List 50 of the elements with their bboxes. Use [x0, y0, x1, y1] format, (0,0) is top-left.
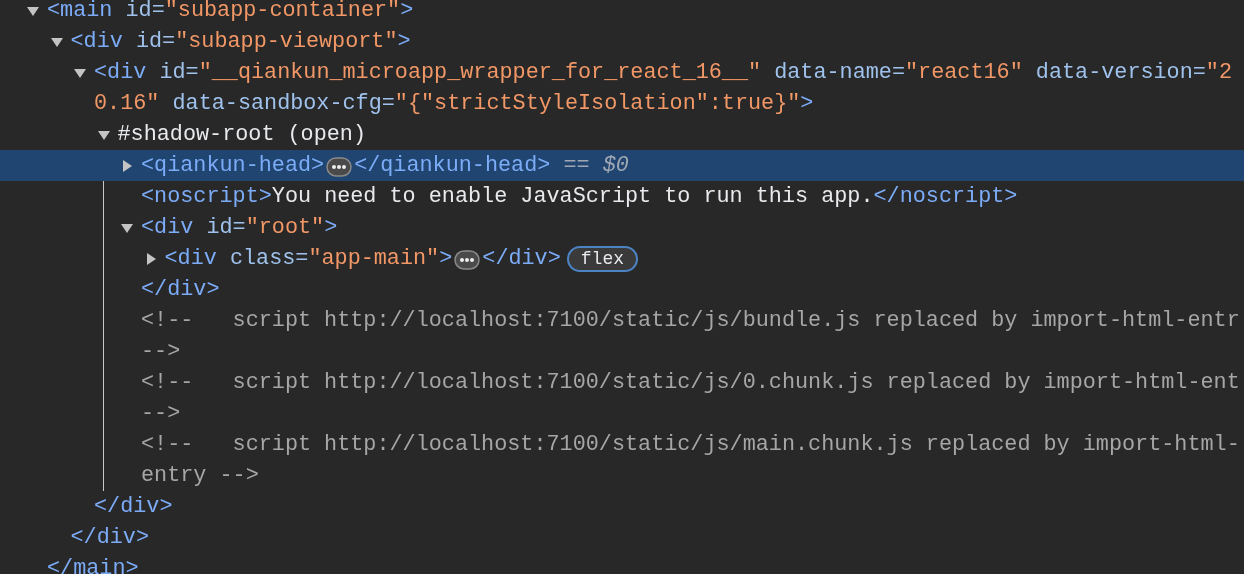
attribute-value: "{"strictStyleIsolation":true}": [394, 90, 801, 118]
tag-markup: <div: [94, 59, 147, 87]
tag-markup: <div: [141, 214, 194, 242]
attribute-value: "root": [245, 214, 325, 242]
tag-markup: </noscript>: [873, 183, 1018, 211]
node-reference: == $0: [562, 152, 629, 180]
attribute-value: "2: [1205, 59, 1233, 87]
tag-markup: </div>: [70, 524, 149, 552]
ellipsis-icon[interactable]: [326, 155, 353, 176]
tag-markup: >: [397, 28, 411, 56]
attribute-name: id=: [158, 59, 199, 87]
tag-markup: </qiankun-head>: [354, 152, 551, 180]
tag-markup: >: [324, 214, 338, 242]
comment-text: -->: [141, 400, 181, 428]
tag-markup: <main: [47, 0, 113, 25]
tag-markup: </div>: [141, 276, 220, 304]
attribute-value: 0.16": [94, 90, 160, 118]
tag-markup: >: [400, 0, 414, 25]
attribute-value: "react16": [905, 59, 1023, 87]
tag-markup: >: [800, 90, 814, 118]
selected-row[interactable]: <qiankun-head> </qiankun-head> == $0: [0, 150, 1244, 181]
attribute-name: id=: [134, 28, 176, 56]
attribute-value: "subapp-container": [164, 0, 401, 25]
attribute-name: data-version=: [1034, 59, 1206, 87]
flex-badge[interactable]: flex: [566, 245, 638, 272]
attribute-name: id=: [205, 214, 246, 242]
tag-markup: </div>: [482, 245, 561, 273]
ellipsis-icon[interactable]: [454, 248, 481, 269]
attribute-name: class=: [228, 245, 309, 273]
attribute-name: data-sandbox-cfg=: [171, 90, 395, 118]
tag-markup: </main>: [47, 555, 139, 574]
comment-text: entry -->: [141, 462, 259, 490]
expand-triangle-icon[interactable]: [120, 158, 134, 173]
attribute-name: data-name=: [773, 59, 905, 87]
tag-markup: <div: [70, 28, 123, 56]
comment-text: <!-- script http://localhost:7100/static/js/0.chunk.js replaced by import-html-ent: [141, 369, 1240, 397]
tag-markup: <qiankun-head>: [141, 152, 325, 180]
shadow-root-label: #shadow-root (open): [117, 121, 367, 149]
attribute-value: "subapp-viewport": [175, 28, 398, 56]
text-content: You need to enable JavaScript to run this app.: [271, 183, 874, 211]
tag-markup: <noscript>: [141, 183, 272, 211]
comment-text: -->: [141, 338, 181, 366]
attribute-value: "app-main": [308, 245, 440, 273]
tag-markup: <div: [164, 245, 217, 273]
tag-markup: >: [439, 245, 453, 273]
tag-markup: </div>: [94, 493, 173, 521]
attribute-name: id=: [124, 0, 165, 25]
comment-text: <!-- script http://localhost:7100/static/js/main.chunk.js replaced by import-html-: [141, 431, 1240, 459]
attribute-value: "__qiankun_microapp_wrapper_for_react_16__": [198, 59, 762, 87]
comment-text: <!-- script http://localhost:7100/static/js/bundle.js replaced by import-html-entr: [141, 307, 1240, 335]
